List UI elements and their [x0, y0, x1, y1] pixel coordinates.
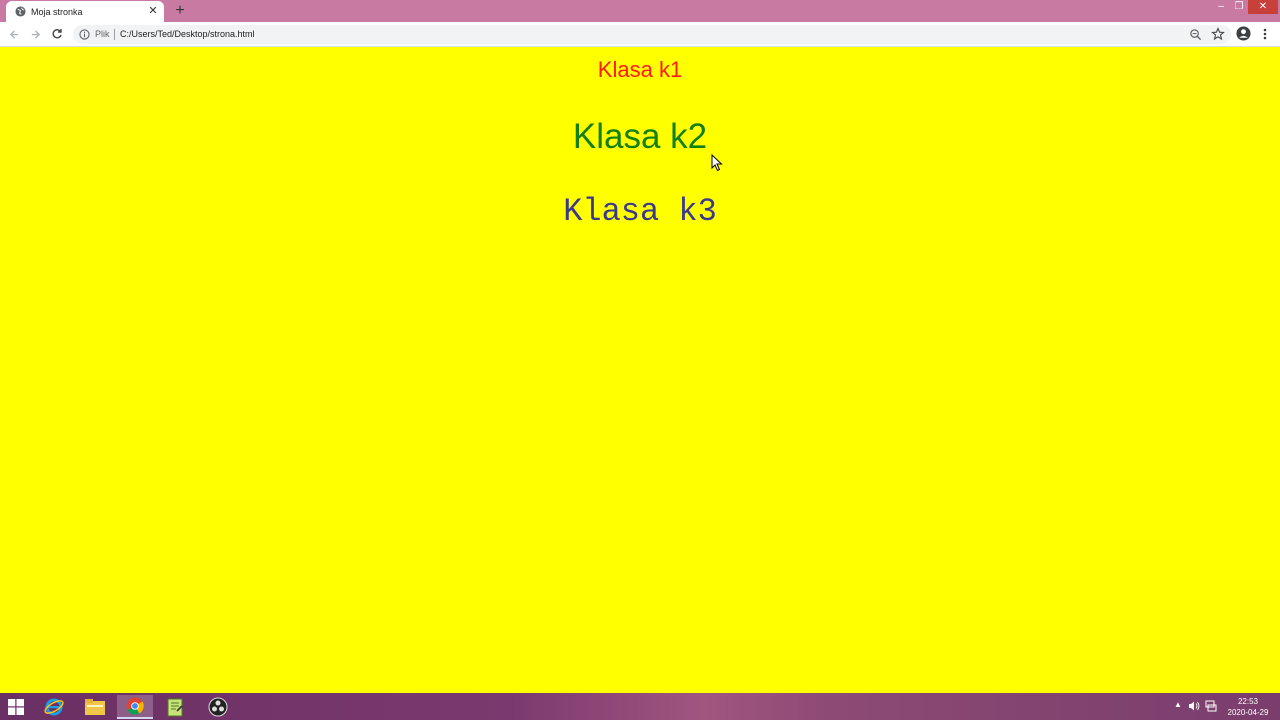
reload-button[interactable] [49, 26, 65, 42]
profile-icon[interactable] [1236, 26, 1251, 41]
back-button[interactable] [6, 26, 22, 42]
mouse-cursor-icon [711, 154, 723, 172]
close-window-button[interactable]: ✕ [1248, 0, 1278, 14]
arrow-left-icon [9, 29, 18, 39]
clock-time[interactable]: 22:53 [1228, 697, 1268, 706]
forward-button[interactable] [27, 26, 43, 42]
chrome-icon [126, 697, 144, 715]
title-bar: Moja stronka ✕ + – ❐ ✕ [0, 0, 1280, 22]
browser-toolbar: Plik C:/Users/Ted/Desktop/strona.html [0, 22, 1280, 47]
notepad-plus-icon [167, 698, 183, 717]
tab-close-icon[interactable]: ✕ [146, 5, 160, 19]
taskbar [0, 693, 1280, 720]
tab-moja-stronka[interactable]: Moja stronka ✕ [6, 1, 164, 22]
more-menu-icon[interactable] [1259, 27, 1271, 41]
new-tab-button[interactable]: + [172, 3, 188, 19]
network-icon[interactable] [1205, 700, 1217, 712]
minimize-button[interactable]: – [1212, 0, 1230, 14]
internet-explorer-icon [44, 698, 64, 716]
start-icon [8, 699, 24, 715]
file-explorer-icon [85, 699, 105, 715]
scheme-label: Plik [95, 29, 110, 39]
taskbar-chrome[interactable] [117, 695, 153, 719]
tab-title: Moja stronka [31, 6, 83, 17]
reload-icon [52, 29, 62, 39]
tray-overflow-icon[interactable]: ▲ [1174, 700, 1182, 709]
heading-k3: Klasa k3 [563, 193, 717, 230]
url-text[interactable]: C:/Users/Ted/Desktop/strona.html [120, 29, 255, 39]
taskbar-internet-explorer[interactable] [36, 695, 72, 719]
start-button[interactable] [0, 695, 32, 719]
heading-k1: Klasa k1 [597, 57, 683, 82]
address-separator [114, 29, 115, 40]
volume-icon[interactable] [1188, 700, 1200, 712]
address-bar[interactable]: Plik C:/Users/Ted/Desktop/strona.html [73, 25, 1231, 44]
clock-date[interactable]: 2020-04-29 [1226, 708, 1270, 717]
arrow-right-icon [31, 29, 40, 39]
maximize-button[interactable]: ❐ [1230, 0, 1248, 14]
taskbar-file-explorer[interactable] [77, 695, 113, 719]
zoom-icon[interactable] [1189, 28, 1202, 41]
taskbar-obs[interactable] [200, 695, 236, 719]
page-content: Klasa k1 Klasa k2 Klasa k3 [0, 47, 1280, 693]
bookmark-star-icon[interactable] [1211, 27, 1225, 41]
heading-k2: Klasa k2 [572, 117, 708, 156]
obs-icon [208, 697, 228, 717]
globe-icon [15, 6, 26, 17]
info-icon[interactable] [79, 29, 90, 40]
taskbar-notepad-plus[interactable] [157, 695, 193, 719]
